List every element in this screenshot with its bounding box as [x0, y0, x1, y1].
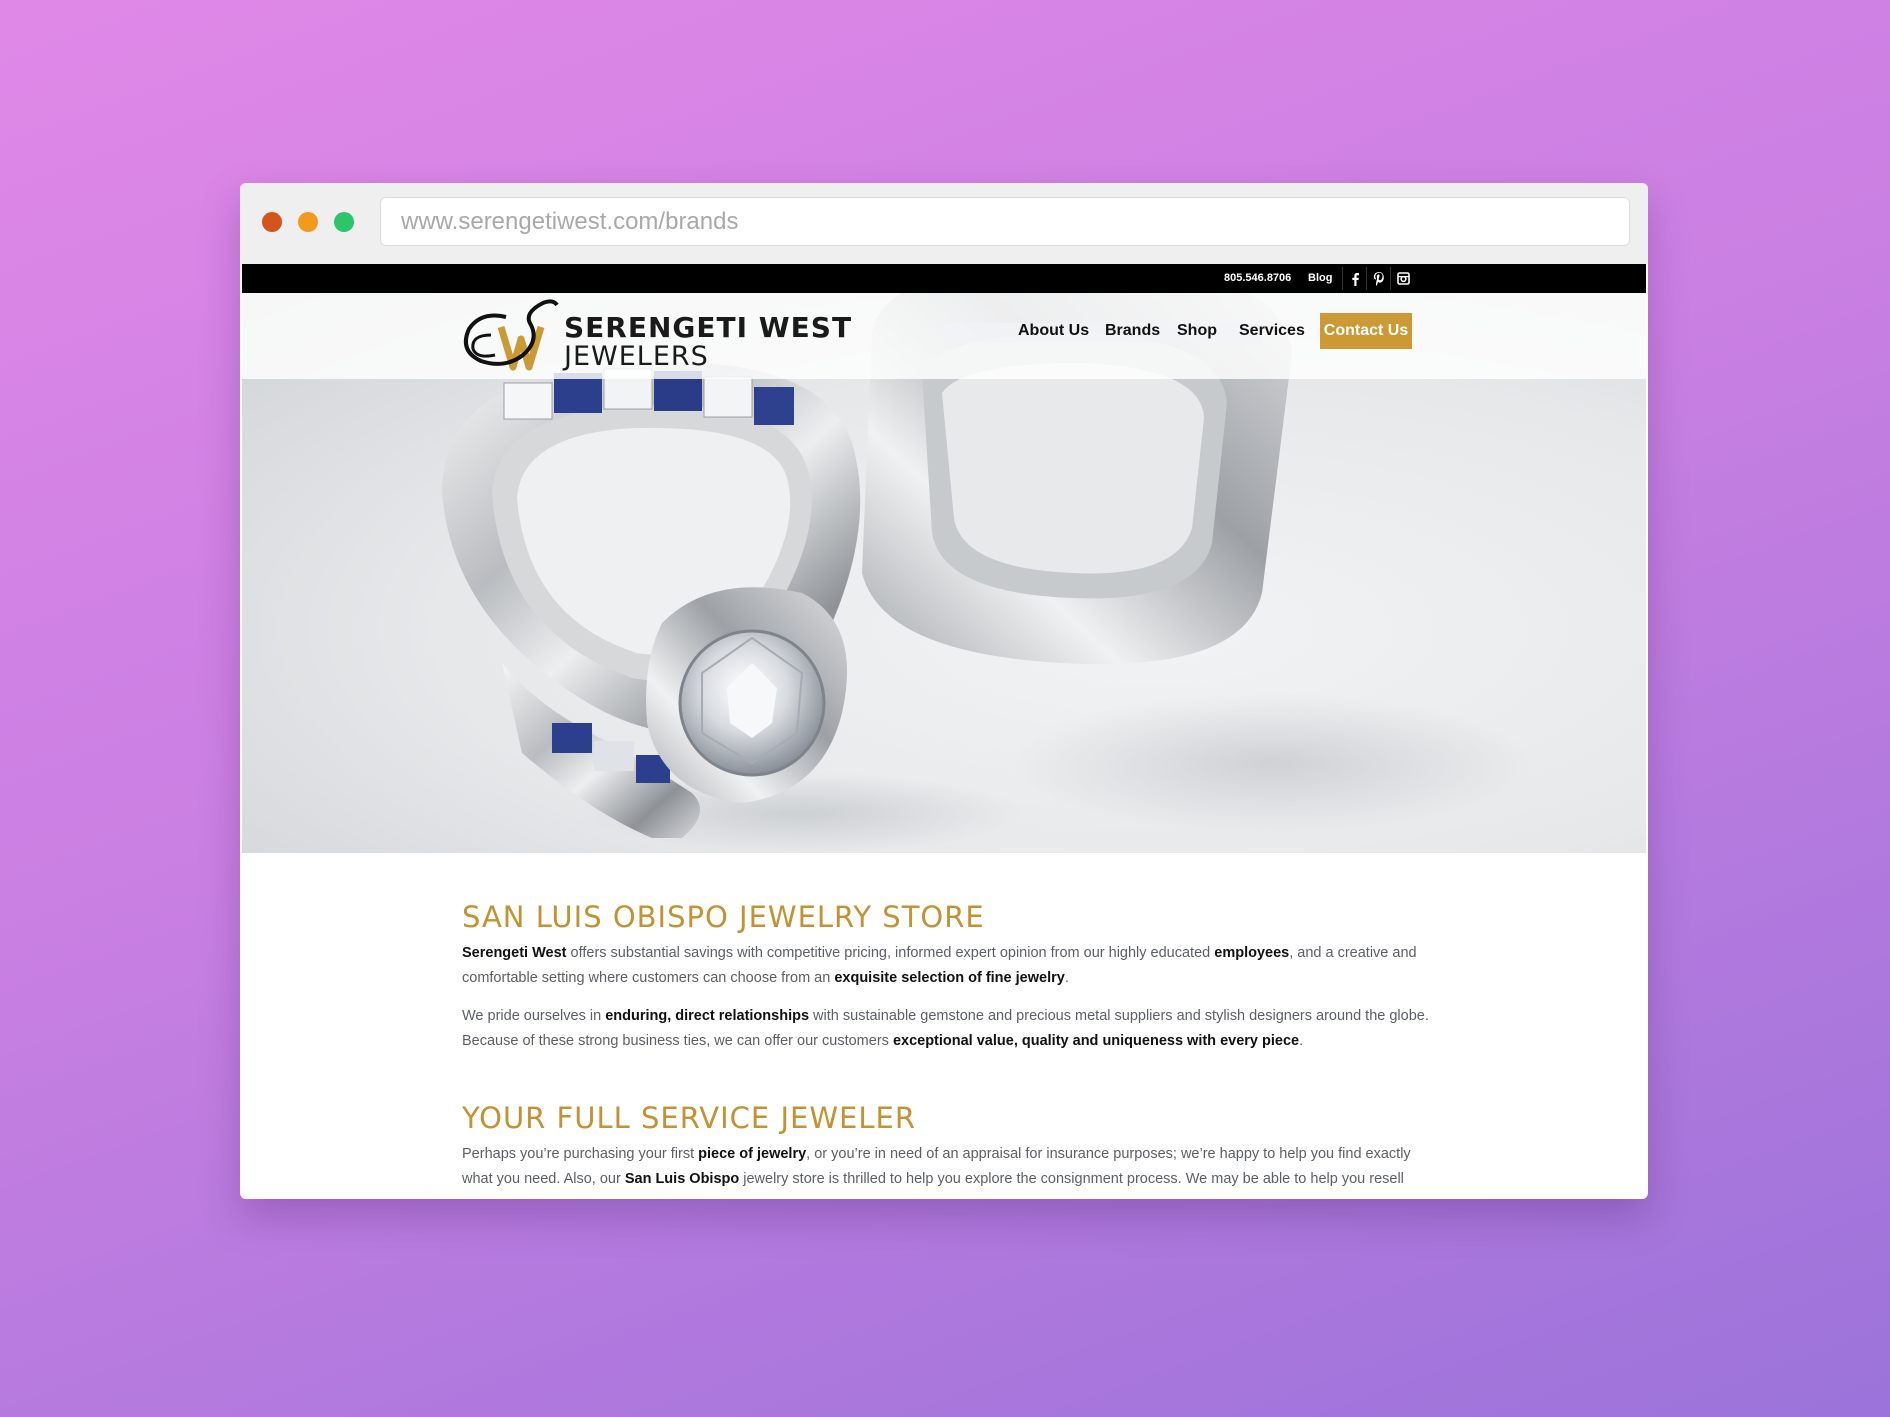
- maximize-window-button[interactable]: [334, 212, 354, 232]
- intro-paragraph: Serengeti West offers substantial saving…: [462, 945, 1417, 986]
- link-employees[interactable]: employees: [1214, 945, 1289, 961]
- logo-wordmark-line1: SERENGETI WEST: [564, 311, 853, 344]
- minimize-window-button[interactable]: [298, 212, 318, 232]
- utility-bar: 805.546.8706 Blog: [242, 264, 1646, 293]
- nav-brands[interactable]: Brands: [1105, 322, 1160, 340]
- link-serengeti-west[interactable]: Serengeti West: [462, 945, 567, 961]
- link-piece-of-jewelry[interactable]: piece of jewelry: [698, 1146, 806, 1162]
- emphasis-relationships: enduring, direct relationships: [605, 1008, 810, 1024]
- main-content: SAN LUIS OBISPO JEWELRY STORE Serengeti …: [242, 853, 1646, 1199]
- heading-jewelry-store: SAN LUIS OBISPO JEWELRY STORE: [462, 900, 985, 934]
- nav-services[interactable]: Services: [1239, 322, 1305, 340]
- link-san-luis-obispo[interactable]: San Luis Obispo: [625, 1171, 739, 1187]
- hero-image: SERENGETI WEST JEWELERS About Us Brands …: [242, 293, 1646, 853]
- browser-chrome: www.serengetiwest.com/brands: [240, 183, 1648, 264]
- emphasis-value: exceptional value, quality and uniquenes…: [892, 1032, 1300, 1049]
- instagram-icon[interactable]: [1390, 267, 1415, 290]
- blog-link[interactable]: Blog: [1308, 264, 1332, 293]
- page-viewport: 805.546.8706 Blog SERENGETI WEST JEWELER…: [242, 264, 1646, 1199]
- site-header: SERENGETI WEST JEWELERS About Us Brands …: [242, 293, 1646, 379]
- heading-full-service: YOUR FULL SERVICE JEWELER: [462, 1101, 916, 1135]
- nav-shop[interactable]: Shop: [1177, 322, 1217, 340]
- relationships-paragraph: We pride ourselves in enduring, direct r…: [462, 1008, 1429, 1049]
- contact-us-button[interactable]: Contact Us: [1320, 313, 1412, 349]
- close-window-button[interactable]: [262, 212, 282, 232]
- logo-wordmark-line2: JEWELERS: [564, 341, 709, 372]
- browser-window: www.serengetiwest.com/brands 805.546.870…: [240, 183, 1648, 1199]
- sw-monogram-icon: [464, 299, 559, 371]
- phone-link[interactable]: 805.546.8706: [1224, 264, 1291, 293]
- pinterest-icon[interactable]: [1366, 267, 1391, 290]
- address-bar[interactable]: www.serengetiwest.com/brands: [380, 197, 1630, 246]
- nav-about-us[interactable]: About Us: [1018, 322, 1089, 340]
- site-logo[interactable]: SERENGETI WEST JEWELERS: [461, 295, 861, 375]
- link-fine-jewelry[interactable]: exquisite selection of fine jewelry: [834, 970, 1064, 986]
- facebook-icon[interactable]: [1342, 267, 1367, 290]
- full-service-paragraph: Perhaps you’re purchasing your first pie…: [462, 1146, 1411, 1187]
